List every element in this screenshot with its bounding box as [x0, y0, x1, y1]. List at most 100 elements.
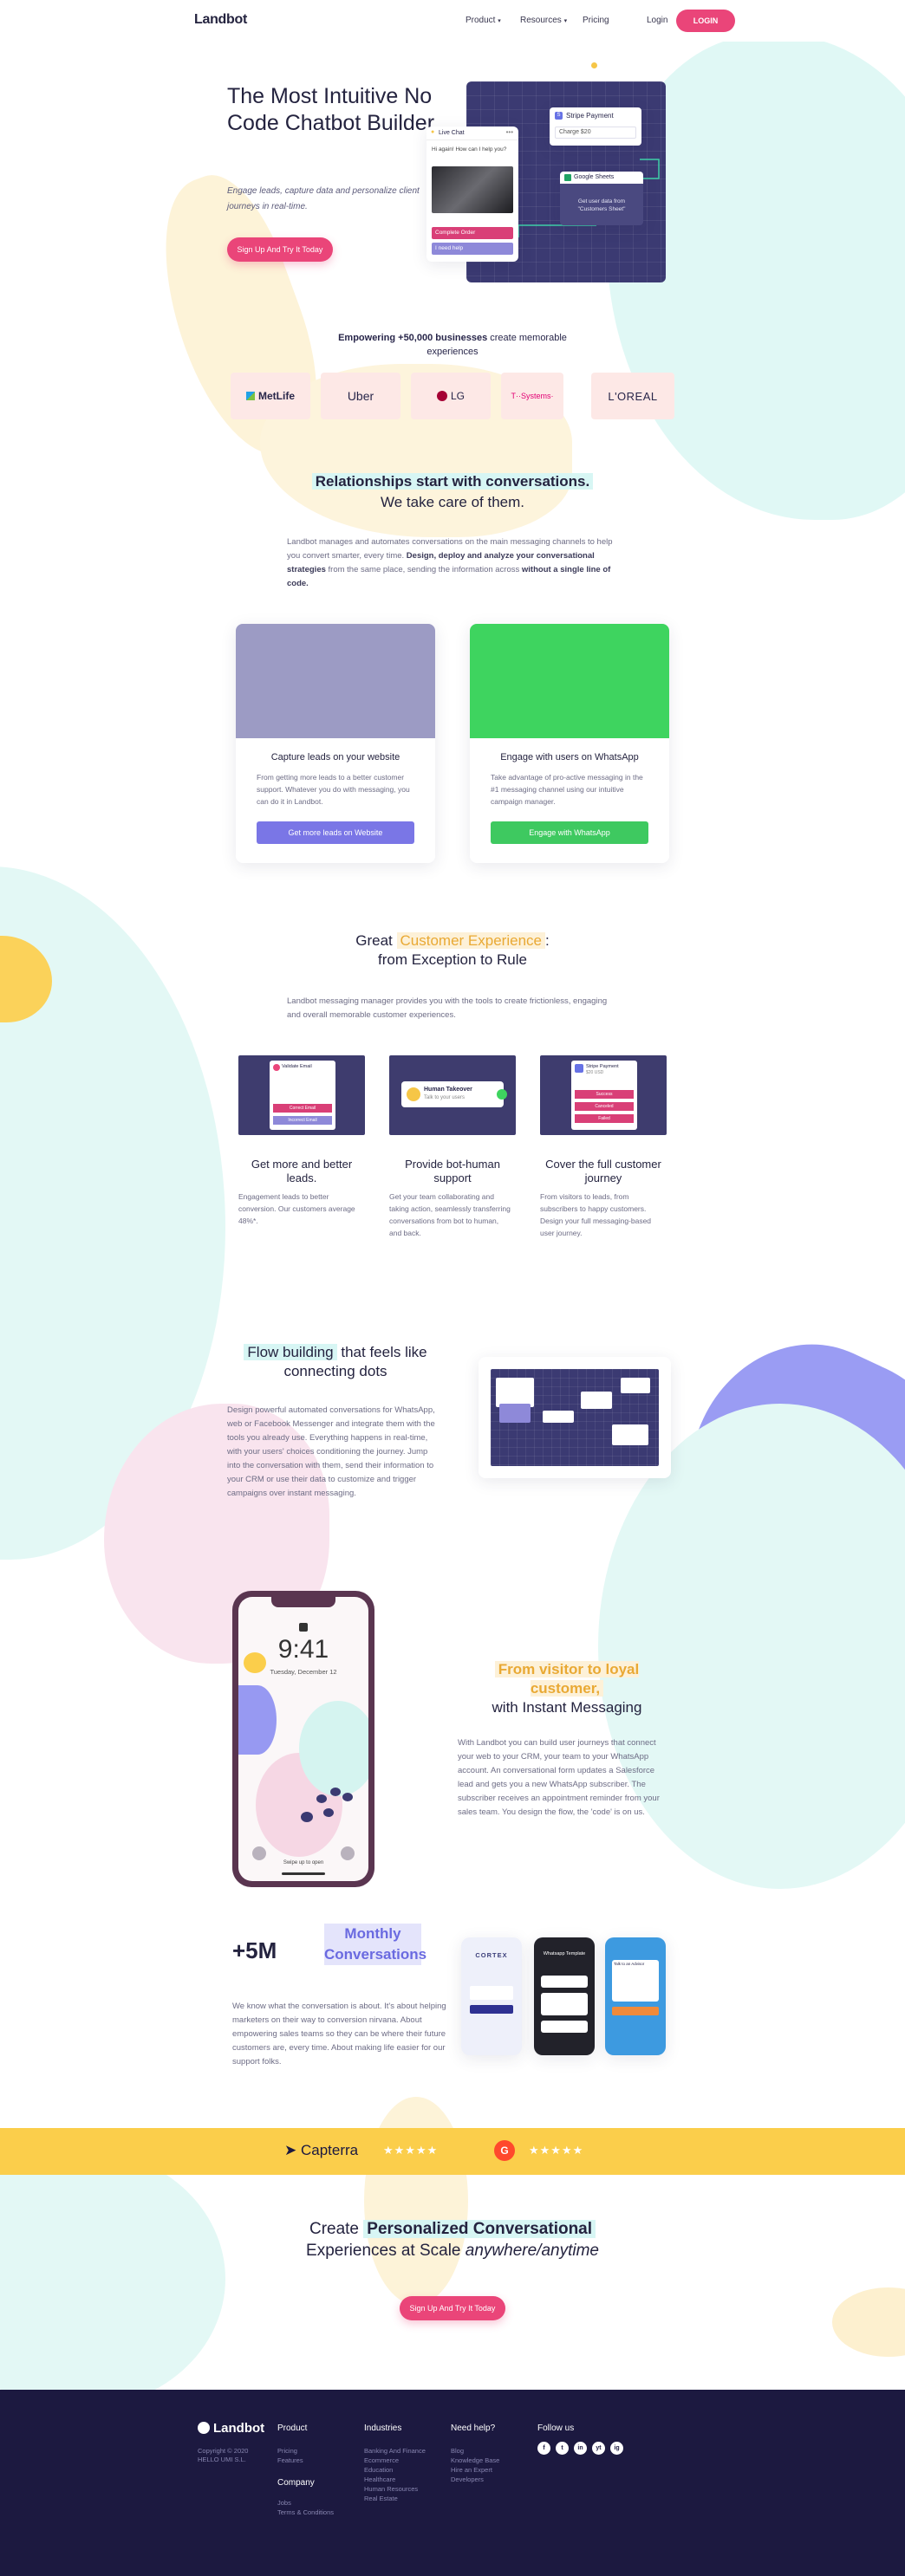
- relationships-body: Landbot manages and automates conversati…: [287, 535, 620, 591]
- logo-tsystems: T··Systems·: [501, 373, 563, 419]
- g2-stars: ★★★★★: [529, 2144, 584, 2157]
- flashlight-icon[interactable]: [252, 1846, 266, 1860]
- footer-link-ecommerce[interactable]: Ecommerce: [364, 2456, 399, 2464]
- final-cta-row1: Create Personalized Conversational: [236, 2218, 669, 2240]
- flow-node-4: [612, 1424, 648, 1445]
- mini-phone-cortex-field: [470, 1986, 513, 2000]
- channel-website-title: Capture leads on your website: [270, 752, 400, 762]
- ratings-band: ➤ Capterra ★★★★★ G ★★★★★: [0, 2128, 905, 2175]
- lock-icon: [299, 1623, 308, 1632]
- capterra-stars: ★★★★★: [383, 2144, 439, 2157]
- channel-card-whatsapp: Engage with users on WhatsApp Take advan…: [470, 624, 669, 863]
- footer-product-title: Product: [277, 2424, 308, 2433]
- logo-metlife: MetLife: [231, 373, 310, 419]
- footer-link-pricing[interactable]: Pricing: [277, 2447, 297, 2455]
- final-cta-button[interactable]: Sign Up And Try It Today: [400, 2296, 505, 2320]
- nav-product[interactable]: Product ▾: [466, 16, 501, 25]
- need-help-button[interactable]: I need help: [432, 243, 513, 255]
- incorrect-email-chip: Incorrect Email: [273, 1116, 332, 1125]
- footer-link-hire-expert[interactable]: Hire an Expert: [451, 2466, 492, 2474]
- visitor-body: With Landbot you can build user journeys…: [458, 1738, 660, 1817]
- logo[interactable]: Landbot: [194, 12, 247, 28]
- cx-title-line2: from Exception to Rule: [378, 951, 527, 968]
- mini-phone-whatsapp: Whatsapp Template: [534, 1937, 595, 2055]
- hero-cta-button[interactable]: Sign Up And Try It Today: [227, 237, 333, 262]
- more-icon[interactable]: •••: [506, 128, 513, 136]
- page: Landbot Product ▾ Resources ▾ Pricing Lo…: [0, 0, 905, 2576]
- relationships-title: Relationships start with conversations. …: [192, 473, 713, 511]
- channel-whatsapp-button[interactable]: Engage with WhatsApp: [491, 821, 648, 844]
- footer-link-real-estate[interactable]: Real Estate: [364, 2495, 398, 2502]
- linkedin-icon[interactable]: in: [574, 2442, 587, 2455]
- nav-pricing[interactable]: Pricing: [583, 16, 609, 25]
- stripe-feature-label: Stripe Payment: [586, 1064, 619, 1069]
- empower-text: Empowering +50,000 businesses create mem…: [331, 331, 574, 359]
- camera-icon[interactable]: [341, 1846, 355, 1860]
- capterra-logo[interactable]: ➤ Capterra: [284, 2142, 358, 2159]
- footer-link-education[interactable]: Education: [364, 2466, 393, 2474]
- footer-link-terms[interactable]: Terms & Conditions: [277, 2508, 334, 2516]
- footer-help-title: Need help?: [451, 2424, 496, 2433]
- flow-title-line2: connecting dots: [283, 1363, 387, 1379]
- loreal-label: L'OREAL: [608, 389, 658, 403]
- nav-resources[interactable]: Resources ▾: [520, 16, 567, 25]
- visitor-title: From visitor to loyal customer, with Ins…: [458, 1660, 676, 1717]
- stripe-charge-label: Charge $20: [559, 129, 591, 135]
- footer-link-developers[interactable]: Developers: [451, 2475, 484, 2483]
- channel-website-text: From getting more leads to a better cust…: [257, 773, 410, 806]
- chat-greeting: Hi again! How can I help you?: [432, 146, 507, 152]
- channel-website-button[interactable]: Get more leads on Website: [257, 821, 414, 844]
- footer-link-blog[interactable]: Blog: [451, 2447, 464, 2455]
- flow-builder-canvas: [491, 1369, 659, 1466]
- empower-bold: Empowering +50,000 businesses: [338, 333, 488, 343]
- mini-phone-cortex-button[interactable]: [470, 2005, 513, 2014]
- footer-logo[interactable]: Landbot: [198, 2421, 264, 2436]
- final-cta-title: Create Personalized Conversational Exper…: [236, 2218, 669, 2261]
- complete-order-button[interactable]: Complete Order: [432, 227, 513, 239]
- mini-phone-advisor: Talk to an Advisor: [605, 1937, 666, 2055]
- final-cta-line2-italic: anywhere/anytime: [465, 2242, 599, 2260]
- cx-title-post: :: [544, 932, 550, 949]
- flow-node-image: [499, 1404, 531, 1423]
- footer-industries-title: Industries: [364, 2424, 402, 2433]
- phone-screen: 9:41 Tuesday, December 12 Swipe up to op…: [238, 1597, 368, 1881]
- landbot-logo-icon: [198, 2422, 210, 2434]
- home-indicator[interactable]: [282, 1872, 325, 1875]
- footer-link-features[interactable]: Features: [277, 2456, 303, 2464]
- cx-title: Great Customer Experience: from Exceptio…: [236, 932, 669, 969]
- chevron-down-icon: ▾: [563, 18, 568, 24]
- cx-body: Landbot messaging manager provides you w…: [287, 996, 608, 1020]
- feature-leads-image: Validate Email Correct Email Incorrect E…: [238, 1055, 365, 1135]
- login-button[interactable]: LOGIN: [676, 10, 735, 32]
- swipe-up-text: Swipe up to open: [283, 1860, 324, 1865]
- feature-leads-title: Get more and better leads.: [251, 1158, 353, 1184]
- nav-login-link[interactable]: Login: [647, 16, 667, 25]
- bg-blob-yellow-left: [0, 936, 52, 1022]
- footer-link-hr[interactable]: Human Resources: [364, 2485, 418, 2493]
- footer-link-banking[interactable]: Banking And Finance: [364, 2447, 426, 2455]
- instagram-icon[interactable]: ig: [610, 2442, 623, 2455]
- validate-email-label: Validate Email: [282, 1064, 312, 1069]
- visitor-title-rest: with Instant Messaging: [492, 1699, 642, 1716]
- visitor-title-hl-row: From visitor to loyal customer,: [458, 1660, 676, 1698]
- chevron-down-icon: ▾: [498, 18, 501, 24]
- flow-node-2: [543, 1411, 574, 1423]
- twitter-icon[interactable]: t: [556, 2442, 569, 2455]
- facebook-icon[interactable]: f: [537, 2442, 550, 2455]
- mini-phone-whatsapp-bubble-1: [541, 1976, 588, 1988]
- mini-phone-advisor-button[interactable]: [612, 2007, 659, 2015]
- flow-title-hl: Flow building: [244, 1344, 337, 1360]
- live-chat-emoji-icon: ●: [431, 129, 435, 135]
- footer-link-healthcare[interactable]: Healthcare: [364, 2475, 395, 2483]
- hero-subtitle: Engage leads, capture data and personali…: [227, 186, 420, 211]
- g2-logo-icon[interactable]: G: [494, 2140, 515, 2161]
- relationships-title-hl: Relationships start with conversations.: [311, 473, 594, 490]
- stripe-payment-node: S Stripe Payment Charge $20: [550, 107, 641, 146]
- footer-link-jobs[interactable]: Jobs: [277, 2499, 291, 2507]
- flow-node-1: [496, 1378, 534, 1407]
- youtube-icon[interactable]: yt: [592, 2442, 605, 2455]
- tsystems-label: T··Systems·: [511, 392, 554, 400]
- final-cta-pre: Create: [309, 2220, 364, 2238]
- footer-link-knowledge-base[interactable]: Knowledge Base: [451, 2456, 499, 2464]
- feature-support-text: Get your team collaborating and taking a…: [389, 1192, 511, 1237]
